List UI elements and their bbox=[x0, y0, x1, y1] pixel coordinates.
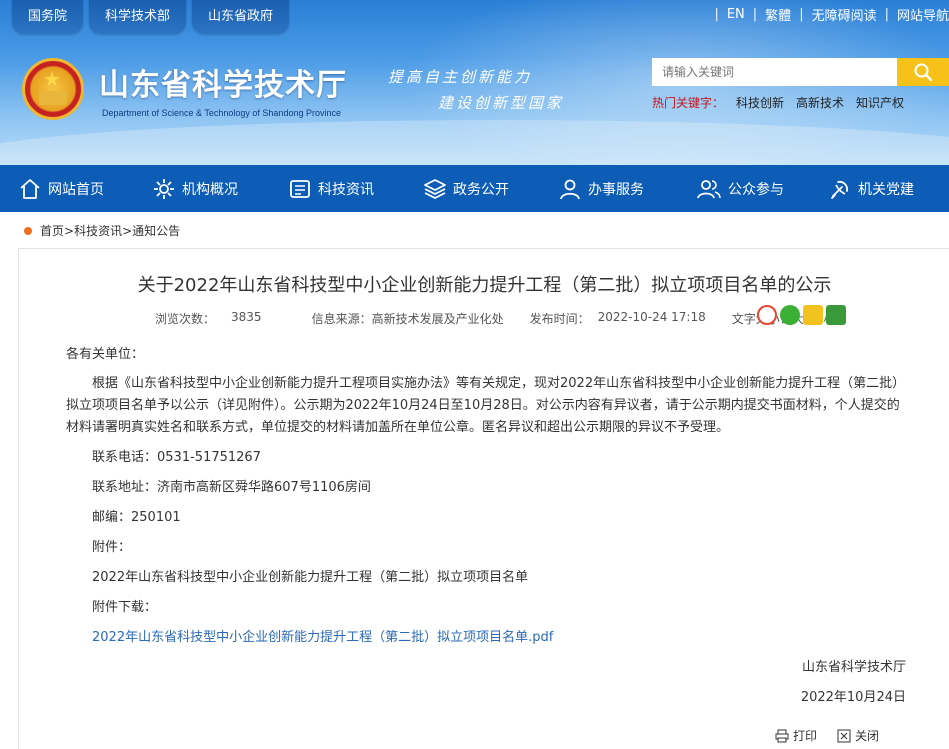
contact-phone: 联系电话：0531-51751267 bbox=[92, 450, 261, 465]
nav-item-public-affairs[interactable]: 政务公开 bbox=[423, 165, 541, 212]
nav-item-party[interactable]: 机关党建 bbox=[828, 165, 928, 212]
site-header: 国务院 科学技术部 山东省政府 | EN | 繁體 | 无障碍阅读 | 网站导航… bbox=[0, 0, 949, 165]
attachment-label: 附件： bbox=[92, 540, 132, 555]
divider: | bbox=[884, 7, 889, 22]
attachment-download-link[interactable]: 2022年山东省科技型中小企业创新能力提升工程（第二批）拟立项项目名单.pdf bbox=[92, 627, 553, 649]
party-icon bbox=[831, 180, 849, 199]
date-label: 发布时间： bbox=[529, 312, 590, 326]
group-icon bbox=[697, 179, 721, 198]
breadcrumb-dot-icon bbox=[24, 226, 32, 235]
divider: | bbox=[752, 7, 758, 22]
article-actions: 打印 关闭 bbox=[775, 727, 879, 744]
share-buttons bbox=[757, 305, 846, 325]
site-title[interactable]: 山东省科学技术厅 bbox=[99, 60, 347, 104]
search-icon bbox=[914, 63, 933, 82]
link-english[interactable]: EN bbox=[727, 7, 745, 22]
search-box bbox=[652, 58, 949, 86]
date-value: 2022-10-24 17:18 bbox=[597, 310, 706, 324]
breadcrumb-notices[interactable]: 通知公告 bbox=[132, 222, 180, 239]
hot-keyword[interactable]: 知识产权 bbox=[856, 94, 904, 111]
weibo-icon[interactable] bbox=[757, 305, 777, 325]
breadcrumb-separator: > bbox=[64, 223, 75, 238]
news-icon bbox=[290, 179, 310, 198]
breadcrumb-separator: > bbox=[122, 223, 133, 238]
close-button[interactable]: 关闭 bbox=[837, 727, 879, 744]
signature: 山东省科学技术厅 bbox=[801, 660, 906, 675]
nav-item-home[interactable]: 网站首页 bbox=[18, 165, 134, 212]
site-subtitle: Department of Science & Technology of Sh… bbox=[102, 108, 341, 118]
close-label: 关闭 bbox=[855, 729, 880, 743]
tab-state-council[interactable]: 国务院 bbox=[12, 0, 84, 34]
org-icon bbox=[154, 178, 174, 199]
breadcrumb: 首页 > 科技资讯 > 通知公告 bbox=[24, 222, 180, 239]
main-nav: 网站首页 机构概况 科技资讯 政务公开 办事服务 公众参与 机关党建 bbox=[0, 165, 949, 212]
nav-item-news[interactable]: 科技资讯 bbox=[288, 165, 406, 212]
link-traditional[interactable]: 繁體 bbox=[765, 5, 791, 24]
layers-icon bbox=[424, 178, 446, 199]
main-paragraph: 根据《山东省科技型中小企业创新能力提升工程项目实施办法》等有关规定，现对2022… bbox=[66, 376, 906, 435]
nav-label: 科技资讯 bbox=[318, 181, 374, 198]
nav-item-services[interactable]: 办事服务 bbox=[558, 165, 680, 212]
divider: | bbox=[714, 7, 719, 22]
greeting: 各有关单位： bbox=[66, 347, 145, 362]
search-button[interactable] bbox=[897, 58, 949, 86]
nav-label: 政务公开 bbox=[453, 181, 509, 198]
sign-date: 2022年10月24日 bbox=[800, 690, 906, 705]
slogan-line-1: 提高自主创新能力 bbox=[388, 68, 533, 86]
article-title: 关于2022年山东省科技型中小企业创新能力提升工程（第二批）拟立项项目名单的公示 bbox=[137, 275, 832, 296]
nav-label: 公众参与 bbox=[728, 181, 784, 198]
nav-label: 网站首页 bbox=[48, 181, 104, 198]
hot-keywords-label: 热门关键字： bbox=[652, 96, 725, 110]
nav-label: 办事服务 bbox=[588, 181, 644, 198]
article-meta: 浏览次数： 3835 信息来源： 高新技术发展及产业化处 发布时间： 2022-… bbox=[155, 310, 835, 327]
breadcrumb-home[interactable]: 首页 bbox=[40, 222, 64, 239]
contact-address: 联系地址：济南市高新区舜华路607号1106房间 bbox=[92, 480, 371, 495]
top-tabs: 国务院 科学技术部 山东省政府 bbox=[12, 0, 290, 34]
wechat-icon[interactable] bbox=[780, 305, 800, 325]
nav-label: 机构概况 bbox=[182, 181, 238, 198]
national-emblem-icon: ★ bbox=[22, 58, 84, 120]
slogan-line-2: 建设创新型国家 bbox=[438, 94, 565, 112]
link-sitemap[interactable]: 网站导航 bbox=[897, 5, 949, 24]
top-links: | EN | 繁體 | 无障碍阅读 | 网站导航 bbox=[706, 5, 949, 24]
breadcrumb-news[interactable]: 科技资讯 bbox=[74, 222, 122, 239]
download-label: 附件下载： bbox=[92, 600, 158, 615]
print-label: 打印 bbox=[793, 729, 818, 743]
link-accessibility[interactable]: 无障碍阅读 bbox=[812, 5, 877, 24]
views-label: 浏览次数： bbox=[155, 312, 216, 326]
nav-item-public-participation[interactable]: 公众参与 bbox=[696, 165, 814, 212]
close-icon bbox=[837, 729, 851, 742]
user-icon bbox=[560, 179, 580, 199]
hot-keywords: 热门关键字： 科技创新 高新技术 知识产权 bbox=[652, 94, 904, 111]
attachment-name: 2022年山东省科技型中小企业创新能力提升工程（第二批）拟立项项目名单 bbox=[92, 570, 529, 585]
home-icon bbox=[20, 178, 40, 199]
article-panel: 关于2022年山东省科技型中小企业创新能力提升工程（第二批）拟立项项目名单的公示… bbox=[18, 248, 949, 749]
print-icon bbox=[775, 729, 789, 742]
qzone-icon[interactable] bbox=[803, 305, 823, 325]
tab-shandong-gov[interactable]: 山东省政府 bbox=[192, 0, 290, 34]
search-input[interactable] bbox=[652, 58, 897, 86]
hot-keyword[interactable]: 科技创新 bbox=[736, 94, 784, 111]
nav-item-org[interactable]: 机构概况 bbox=[152, 165, 270, 212]
tab-most[interactable]: 科学技术部 bbox=[89, 0, 187, 34]
divider: | bbox=[799, 7, 804, 22]
source-value: 高新技术发展及产业化处 bbox=[371, 312, 504, 326]
print-button[interactable]: 打印 bbox=[775, 727, 817, 744]
source-label: 信息来源： bbox=[311, 312, 372, 326]
views-count: 3835 bbox=[231, 310, 262, 324]
postcode: 邮编：250101 bbox=[92, 510, 181, 525]
douban-icon[interactable] bbox=[826, 305, 846, 325]
header-wave bbox=[0, 120, 949, 165]
nav-label: 机关党建 bbox=[858, 181, 914, 198]
hot-keyword[interactable]: 高新技术 bbox=[796, 94, 844, 111]
